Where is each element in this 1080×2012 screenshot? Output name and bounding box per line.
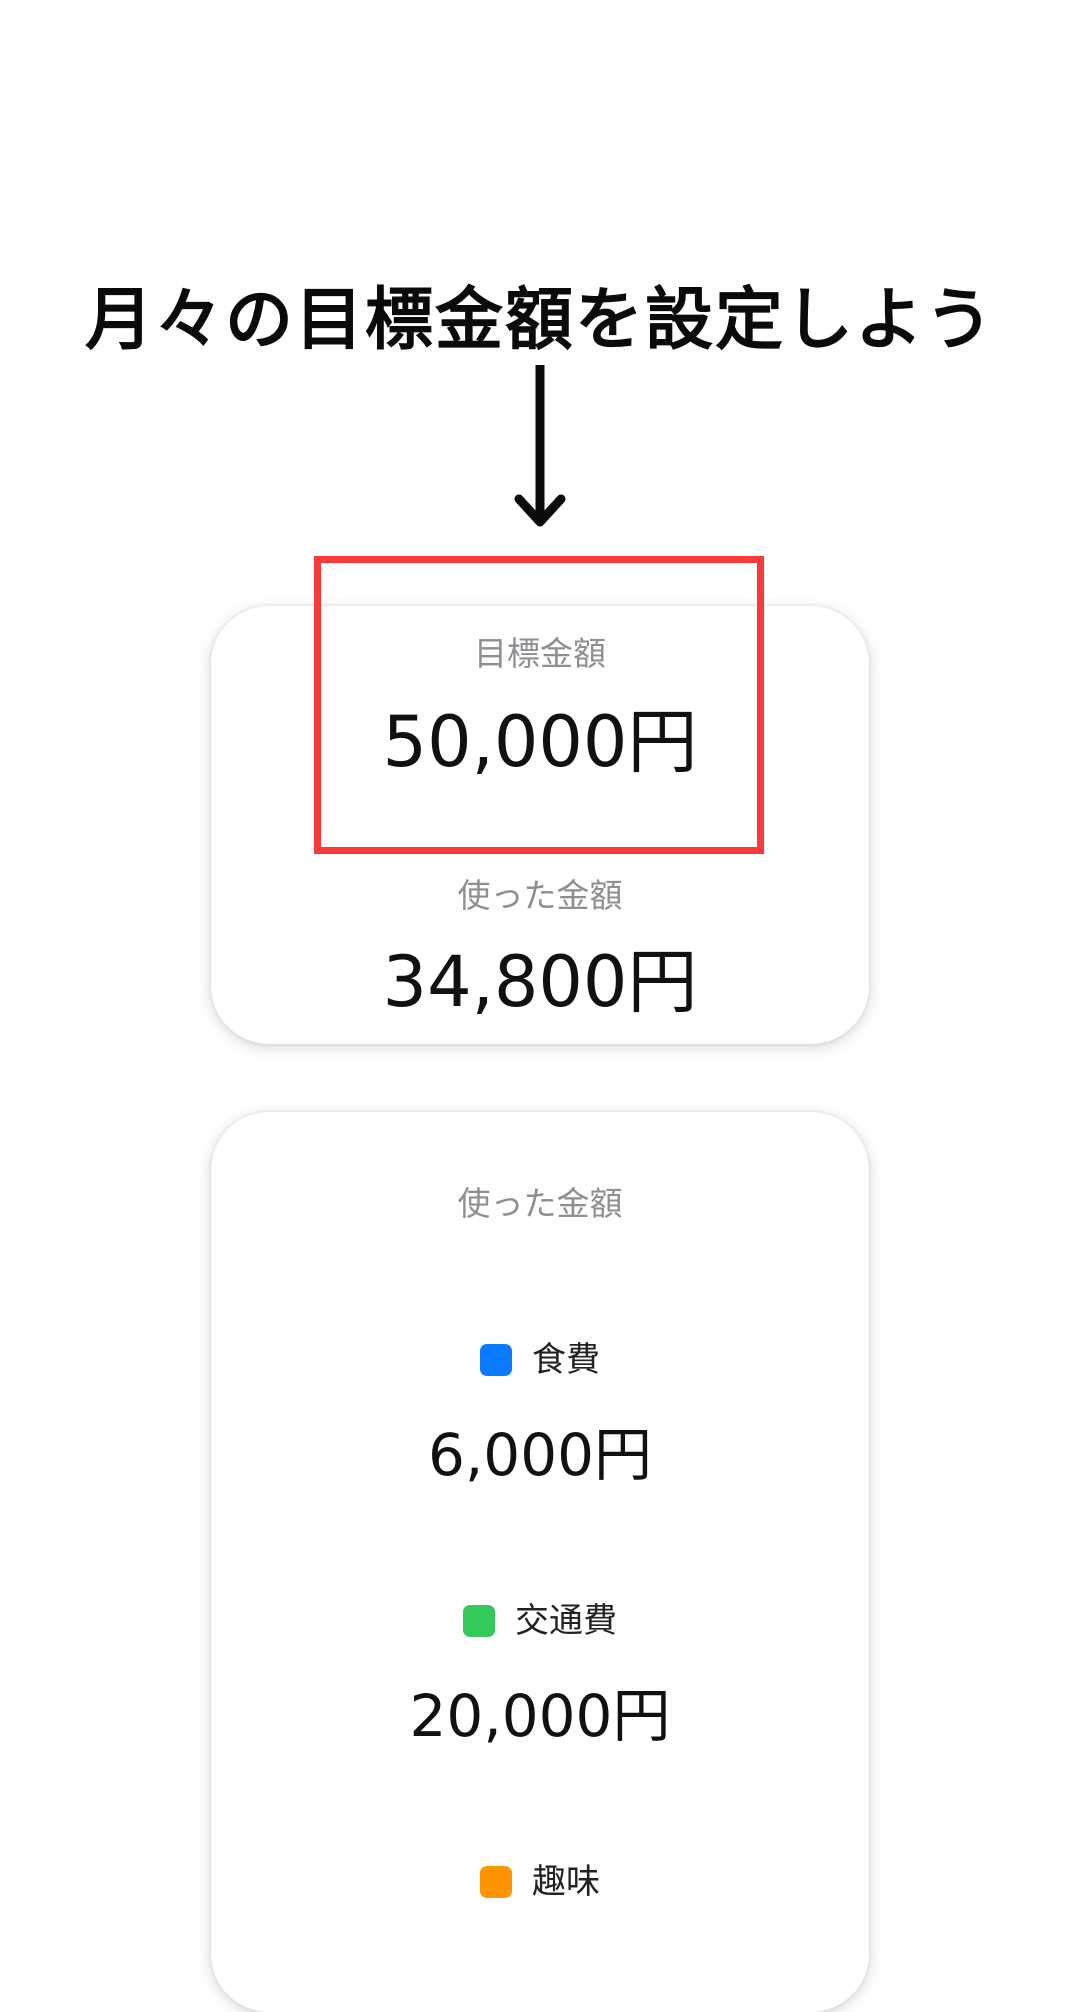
breakdown-card: 使った金額 食費 6,000円 交通費 20,000円 趣味 xyxy=(211,1112,869,2012)
hobby-color-swatch xyxy=(480,1866,512,1898)
category-name: 食費 xyxy=(532,1340,600,1380)
target-highlight-box xyxy=(314,556,764,854)
headline: 月々の目標金額を設定しよう xyxy=(84,281,995,360)
category-name: 趣味 xyxy=(532,1862,600,1902)
spent-amount: 34,800円 xyxy=(382,941,698,1023)
category-food: 食費 xyxy=(211,1340,869,1380)
category-hobby: 趣味 xyxy=(211,1862,869,1902)
transport-color-swatch xyxy=(463,1605,495,1637)
category-amount: 20,000円 xyxy=(409,1682,671,1750)
category-amount: 6,000円 xyxy=(427,1421,653,1489)
category-name: 交通費 xyxy=(515,1601,617,1641)
breakdown-title: 使った金額 xyxy=(457,1184,623,1223)
food-color-swatch xyxy=(480,1344,512,1376)
category-transport: 交通費 xyxy=(211,1601,869,1641)
arrow-down-icon xyxy=(514,365,566,527)
spent-label: 使った金額 xyxy=(457,876,623,915)
